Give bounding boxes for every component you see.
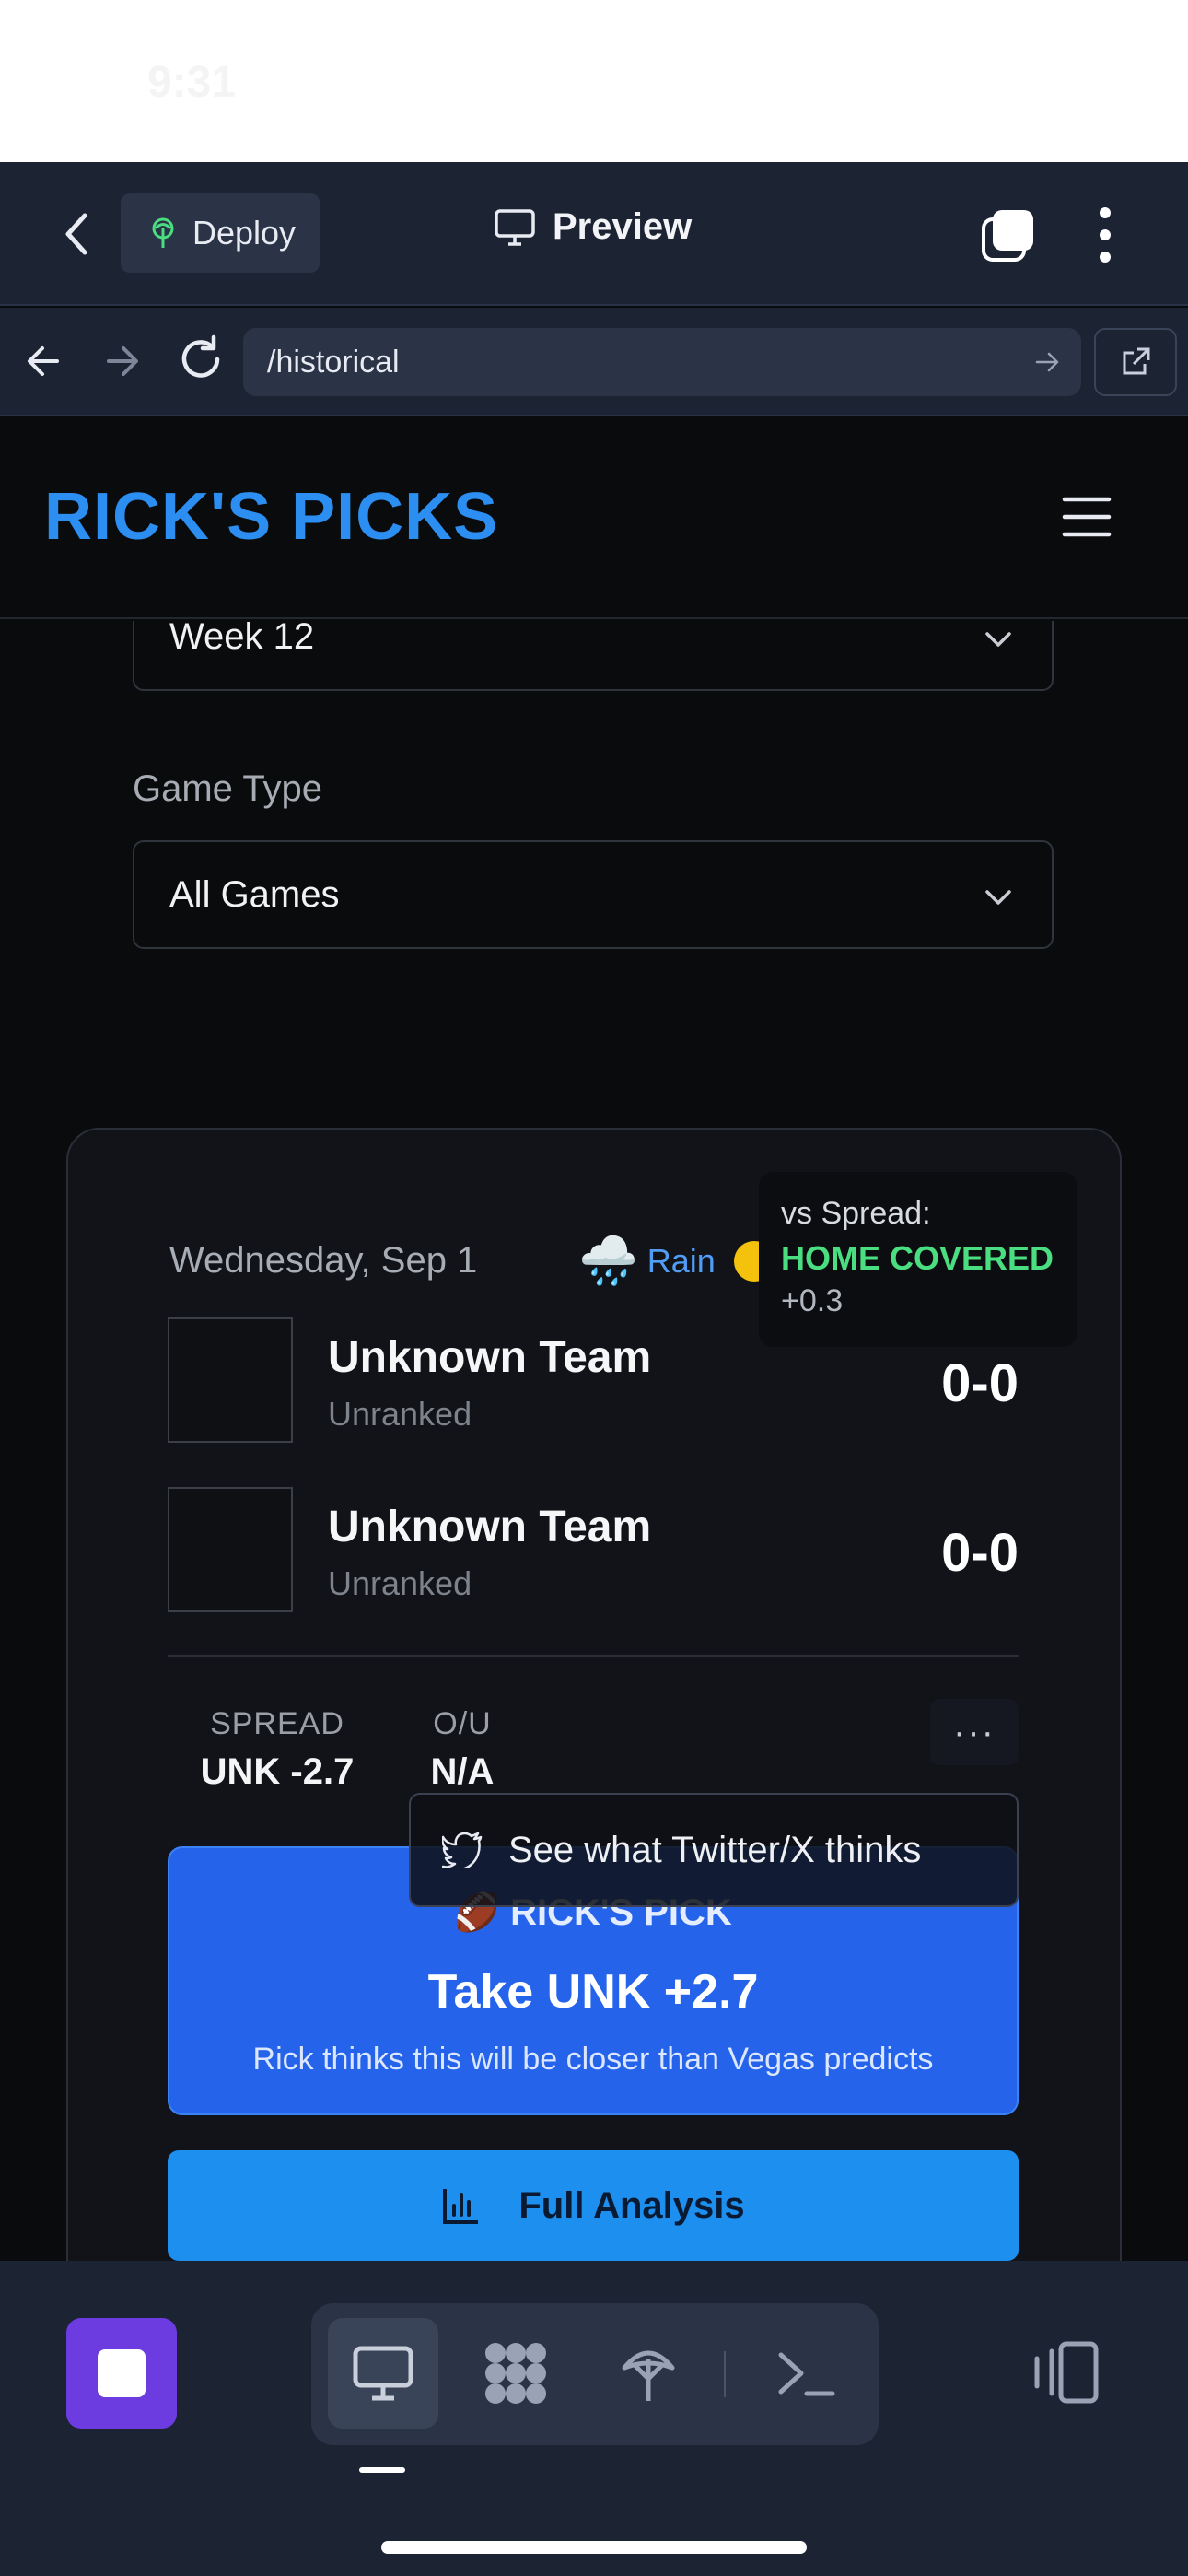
active-tab-indicator	[359, 2467, 405, 2473]
deploy-button[interactable]: Deploy	[121, 193, 320, 273]
external-link-icon	[1123, 347, 1150, 375]
open-external-button[interactable]	[1094, 328, 1177, 396]
game-type-label: Game Type	[133, 768, 323, 809]
arrow-right-icon[interactable]	[98, 337, 146, 385]
reload-icon[interactable]	[175, 334, 227, 385]
tabs-icon[interactable]	[980, 208, 1035, 263]
app-header: RICK'S PICKS	[0, 418, 1188, 619]
url-bar-row: /historical	[0, 308, 1188, 416]
chevron-down-icon	[985, 890, 1011, 905]
game-type-select[interactable]: All Games	[133, 840, 1054, 949]
go-arrow-icon[interactable]	[1033, 348, 1061, 376]
team-logo	[168, 1317, 293, 1443]
twitter-menu-item[interactable]: See what Twitter/X thinks	[409, 1793, 1019, 1907]
deploy-icon	[152, 217, 174, 248]
tooltip-margin: +0.3	[781, 1283, 844, 1318]
stop-button[interactable]	[66, 2318, 177, 2429]
shell-tool-button[interactable]	[751, 2318, 862, 2429]
full-analysis-label: Full Analysis	[518, 2184, 745, 2226]
url-text: /historical	[267, 344, 400, 380]
more-vertical-icon[interactable]	[1089, 205, 1122, 265]
over-under-value: N/A	[430, 1751, 495, 1792]
tooltip-result: HOME COVERED	[781, 1239, 1054, 1277]
status-time: 9:31	[147, 58, 237, 107]
preview-label: Preview	[553, 206, 693, 247]
stop-icon	[98, 2349, 146, 2397]
rain-cloud-icon: 🌧️	[578, 1235, 638, 1288]
bar-chart-icon	[443, 2189, 479, 2224]
brand-logo[interactable]: RICK'S PICKS	[44, 479, 498, 555]
spread-result-tooltip: vs Spread: HOME COVERED +0.3	[759, 1172, 1077, 1347]
game-type-select-value: All Games	[169, 873, 340, 915]
more-options-button[interactable]: ···	[930, 1699, 1019, 1765]
deploy-tool-button[interactable]	[593, 2318, 704, 2429]
tool-switcher	[311, 2303, 879, 2445]
status-bar: 9:31	[0, 0, 1188, 162]
preview-tool-button[interactable]	[328, 2318, 438, 2429]
preview-title: Preview	[494, 206, 692, 248]
weather-indicator: 🌧️ Rain	[578, 1233, 775, 1289]
weather-label: Rain	[646, 1241, 716, 1280]
pick-recommendation: Take UNK +2.7	[427, 1965, 759, 2019]
team-record: 0-0	[941, 1523, 1019, 1583]
terminal-icon	[778, 2352, 835, 2396]
chevron-down-icon	[985, 632, 1011, 647]
over-under-stat: O/U N/A	[424, 1706, 501, 1793]
apps-grid-icon	[485, 2343, 546, 2404]
home-indicator[interactable]	[381, 2541, 807, 2554]
url-input[interactable]: /historical	[243, 328, 1081, 396]
monitor-icon	[353, 2346, 413, 2401]
game-date: Wednesday, Sep 1	[169, 1240, 478, 1281]
back-chevron-icon[interactable]	[57, 208, 98, 260]
team-record: 0-0	[941, 1353, 1019, 1413]
hamburger-menu-icon[interactable]	[1061, 494, 1112, 540]
team-rank: Unranked	[328, 1564, 472, 1602]
arrow-left-icon[interactable]	[20, 337, 68, 385]
week-select[interactable]: Week 12	[133, 621, 1054, 691]
spread-value: UNK -2.7	[200, 1751, 355, 1792]
team-logo	[168, 1487, 293, 1612]
deploy-label: Deploy	[192, 214, 297, 252]
pick-rationale: Rick thinks this will be closer than Veg…	[252, 2042, 934, 2077]
ide-topbar: Deploy Preview	[0, 162, 1188, 306]
twitter-bird-icon	[442, 1832, 483, 1868]
week-select-value: Week 12	[169, 621, 315, 657]
team-row-home[interactable]: Unknown Team Unranked 0-0	[168, 1487, 1019, 1614]
deploy-icon	[622, 2350, 675, 2401]
team-name: Unknown Team	[328, 1503, 652, 1551]
tool-separator	[724, 2351, 726, 2397]
tooltip-heading: vs Spread:	[781, 1196, 931, 1231]
monitor-icon	[495, 208, 535, 246]
workspace-tool-button[interactable]	[460, 2318, 571, 2429]
team-name: Unknown Team	[328, 1333, 652, 1382]
team-rank: Unranked	[328, 1395, 472, 1433]
over-under-label: O/U	[433, 1706, 492, 1741]
full-analysis-button[interactable]: Full Analysis	[168, 2150, 1019, 2261]
main-content: Week 12 Game Type All Games Wednesday, S…	[0, 621, 1188, 2261]
device-layout-icon[interactable]	[1030, 2338, 1101, 2406]
spread-stat: SPREAD UNK -2.7	[190, 1706, 365, 1793]
spread-label: SPREAD	[210, 1706, 344, 1741]
ide-bottom-bar	[0, 2261, 1188, 2576]
twitter-menu-label: See what Twitter/X thinks	[508, 1829, 922, 1870]
card-divider	[168, 1655, 1019, 1657]
